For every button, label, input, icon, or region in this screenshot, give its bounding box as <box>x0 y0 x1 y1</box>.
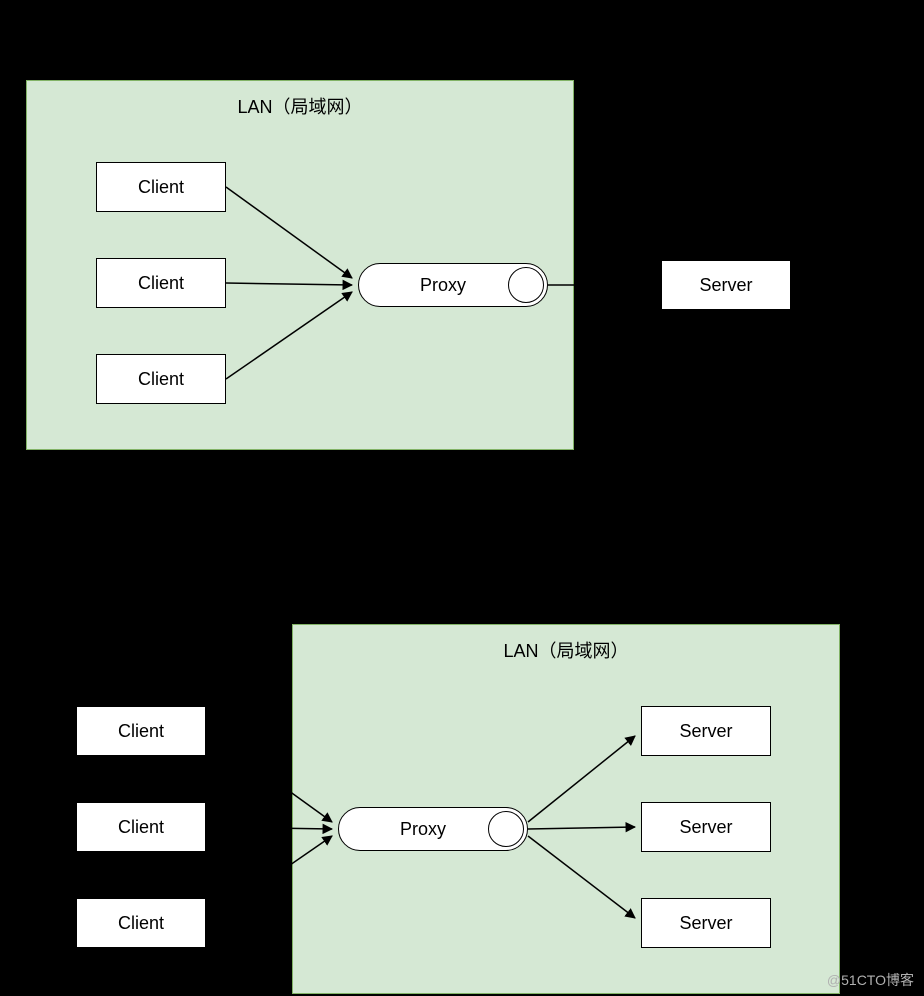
diagram2-server-2: Server <box>641 802 771 852</box>
diagram1-lan-title: LAN（局域网） <box>27 93 573 119</box>
diagram1-server: Server <box>661 260 791 310</box>
diagram2-server-1: Server <box>641 706 771 756</box>
diagram1-client-1: Client <box>96 162 226 212</box>
diagram1-client-2: Client <box>96 258 226 308</box>
watermark: @51CTO博客 <box>827 970 914 990</box>
diagram2-server-3: Server <box>641 898 771 948</box>
diagram2-client-3: Client <box>76 898 206 948</box>
diagram1-proxy-label: Proxy <box>420 275 466 296</box>
diagram2-client-2: Client <box>76 802 206 852</box>
diagram1-proxy: Proxy <box>358 263 548 307</box>
diagram1-client-3: Client <box>96 354 226 404</box>
diagram2-proxy-label: Proxy <box>400 819 446 840</box>
diagram2-proxy: Proxy <box>338 807 528 851</box>
diagram2-lan-title: LAN（局域网） <box>293 637 839 663</box>
diagram2-client-1: Client <box>76 706 206 756</box>
